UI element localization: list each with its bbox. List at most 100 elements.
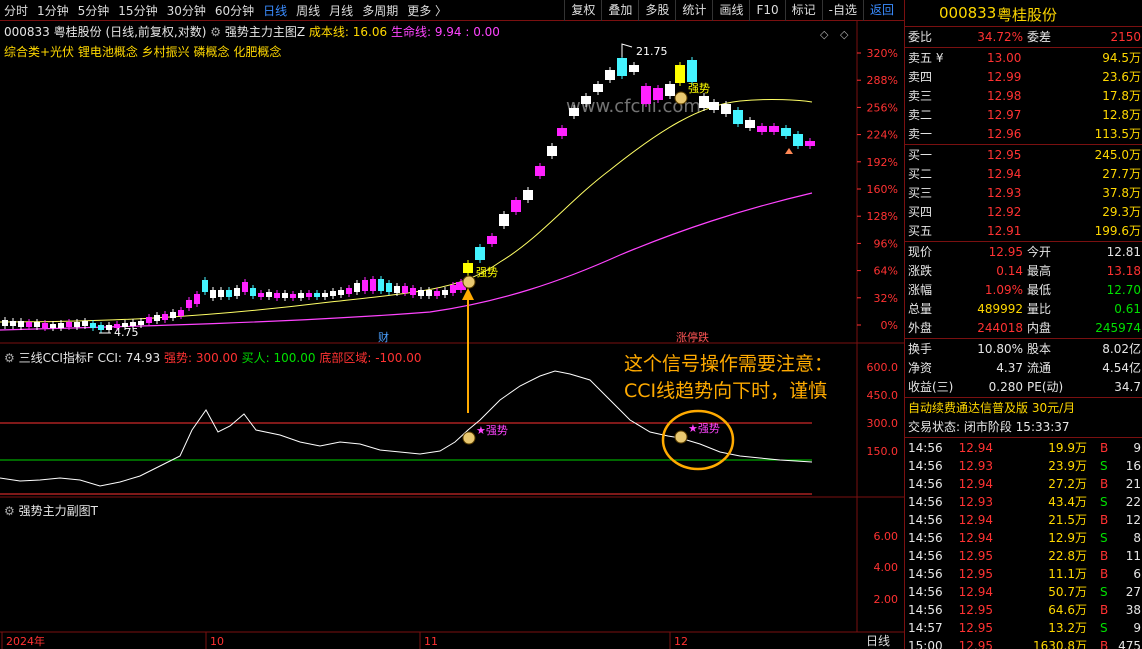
gear-icon[interactable]: ⚙ — [4, 504, 15, 518]
stat-value: 4.37 — [996, 361, 1023, 375]
sub-indicator-name[interactable]: 强势主力副图T — [19, 504, 98, 518]
candle-body — [330, 291, 336, 296]
yaxis-label: 224% — [867, 129, 898, 142]
trade-status: 交易状态: 闭市阶段 15:33:37 — [908, 420, 1070, 434]
stat-label: 最高 — [1027, 264, 1052, 278]
bid-label: 买四 — [908, 205, 933, 219]
candle-body — [154, 315, 160, 321]
tick-count: 27 — [1125, 585, 1141, 599]
candle-body — [146, 317, 152, 323]
tick-count: 6 — [1133, 567, 1141, 581]
tick-count: 22 — [1125, 495, 1141, 509]
divider — [905, 338, 1142, 339]
ask-label: 卖三 — [908, 89, 933, 103]
tick-time: 14:56 — [908, 567, 943, 581]
stat-value: 245974 — [1095, 321, 1141, 335]
tick-side: B — [1100, 477, 1109, 491]
tick-side: B — [1100, 639, 1109, 649]
money-bag-icon — [462, 275, 476, 289]
tick-row: 14:56 12.95 64.6万 B 38 — [905, 601, 1142, 619]
stat-value: 12.81 — [1106, 245, 1141, 259]
cci-buy-level: 买人: 100.00 — [241, 351, 316, 365]
candle-body — [90, 323, 96, 328]
tick-time: 14:56 — [908, 531, 943, 545]
stat-label: 最低 — [1027, 283, 1052, 297]
kline-chart[interactable]: ◇ ◇ 320% 288% 256% 224% 192% 160% 128% 96% 64% 32% 0… — [0, 0, 904, 649]
candle-body — [378, 279, 384, 291]
tick-price: 12.93 — [958, 459, 993, 473]
candle-body — [721, 104, 731, 114]
tick-time: 14:56 — [908, 441, 943, 455]
gear-icon[interactable]: ⚙ — [210, 25, 221, 39]
candle-body — [26, 322, 32, 327]
yaxis-label: 192% — [867, 156, 898, 169]
tick-volume: 11.1万 — [1048, 567, 1087, 581]
candle-body — [805, 141, 815, 146]
candle-body — [362, 280, 368, 291]
candle-body — [757, 126, 767, 132]
value: 2150 — [1110, 30, 1141, 44]
divider — [905, 47, 1142, 48]
stat-label: 现价 — [908, 245, 933, 259]
bid-row: 买三 12.93 37.8万 — [905, 184, 1142, 202]
xaxis-label: 10 — [210, 635, 224, 648]
tick-time: 14:57 — [908, 621, 943, 635]
tick-price: 12.95 — [958, 567, 993, 581]
candle-body — [226, 290, 232, 297]
candle-body — [234, 288, 240, 296]
yaxis-label: 96% — [874, 237, 898, 250]
stock-code: 000833 — [939, 4, 997, 22]
gear-icon[interactable]: ⚙ — [4, 351, 15, 365]
stat-row: 现价 12.95 今开 12.81 — [905, 243, 1142, 261]
candle-body — [50, 324, 56, 328]
stat-row: 涨跌 0.14 最高 13.18 — [905, 262, 1142, 280]
stat-label: 收益(三) — [908, 380, 954, 394]
app-window: 分时 1分钟 5分钟 15分钟 30分钟 60分钟 日线 周线 月线 多周期 更多 〉复权 叠加 多股统… — [0, 0, 1142, 649]
stat-row: 涨幅 1.09% 最低 12.70 — [905, 281, 1142, 299]
candle-body — [769, 126, 779, 132]
candle-body — [186, 300, 192, 308]
tick-side: B — [1100, 513, 1109, 527]
ask-row: 卖一 12.96 113.5万 — [905, 125, 1142, 143]
tick-volume: 12.9万 — [1048, 531, 1087, 545]
diamond-icon: ◇ — [840, 28, 849, 41]
stat-label: 净资 — [908, 361, 933, 375]
stat-label: PE(动) — [1027, 380, 1064, 394]
ask-row: 卖四 12.99 23.6万 — [905, 68, 1142, 86]
tick-count: 38 — [1125, 603, 1141, 617]
candle-body — [338, 290, 344, 295]
bid-row: 买一 12.95 245.0万 — [905, 146, 1142, 164]
candle-body — [178, 310, 184, 316]
yaxis-label: 288% — [867, 74, 898, 87]
status-row: 交易状态: 闭市阶段 15:33:37 — [905, 418, 1142, 436]
sub-yaxis-label: 6.00 — [874, 530, 899, 543]
tick-volume: 1630.8万 — [1033, 639, 1087, 649]
candle-body — [675, 65, 685, 83]
finance-tag: 财 — [378, 330, 389, 344]
candle-body — [98, 325, 104, 330]
candle-body — [346, 288, 352, 294]
bid-price: 12.92 — [987, 205, 1022, 219]
yaxis-label: 160% — [867, 183, 898, 196]
promo-text: 自动续费通达信普及版 30元/月 — [908, 401, 1076, 415]
stat-row: 收益(三) 0.280 PE(动) 34.7 — [905, 378, 1142, 396]
stat-value: 0.280 — [988, 380, 1023, 394]
stat-label: 涨跌 — [908, 264, 933, 278]
annotation-text: CCI线趋势向下时，谨慎 — [624, 380, 827, 402]
ask-row: 卖五 ¥ 13.00 94.5万 — [905, 49, 1142, 67]
main-indicator-name[interactable]: 强势主力主图Z — [225, 25, 305, 39]
cci-indicator-name[interactable]: 三线CCI指标F — [19, 351, 94, 365]
candle-body — [781, 128, 791, 136]
bid-price: 12.91 — [987, 224, 1022, 238]
label: 委差 — [1027, 30, 1052, 44]
xaxis-label: 2024年 — [6, 634, 45, 648]
divider — [905, 144, 1142, 145]
ask-volume: 23.6万 — [1102, 70, 1141, 84]
candle-body — [641, 86, 651, 104]
stat-value: 12.70 — [1106, 283, 1141, 297]
tick-price: 12.94 — [958, 531, 993, 545]
tick-row: 14:56 12.94 21.5万 B 12 — [905, 511, 1142, 529]
candle-body — [593, 84, 603, 92]
tick-volume: 64.6万 — [1048, 603, 1087, 617]
concept-tags: 综合类+光伏 锂电池概念 乡村振兴 磷概念 化肥概念 — [4, 45, 282, 59]
